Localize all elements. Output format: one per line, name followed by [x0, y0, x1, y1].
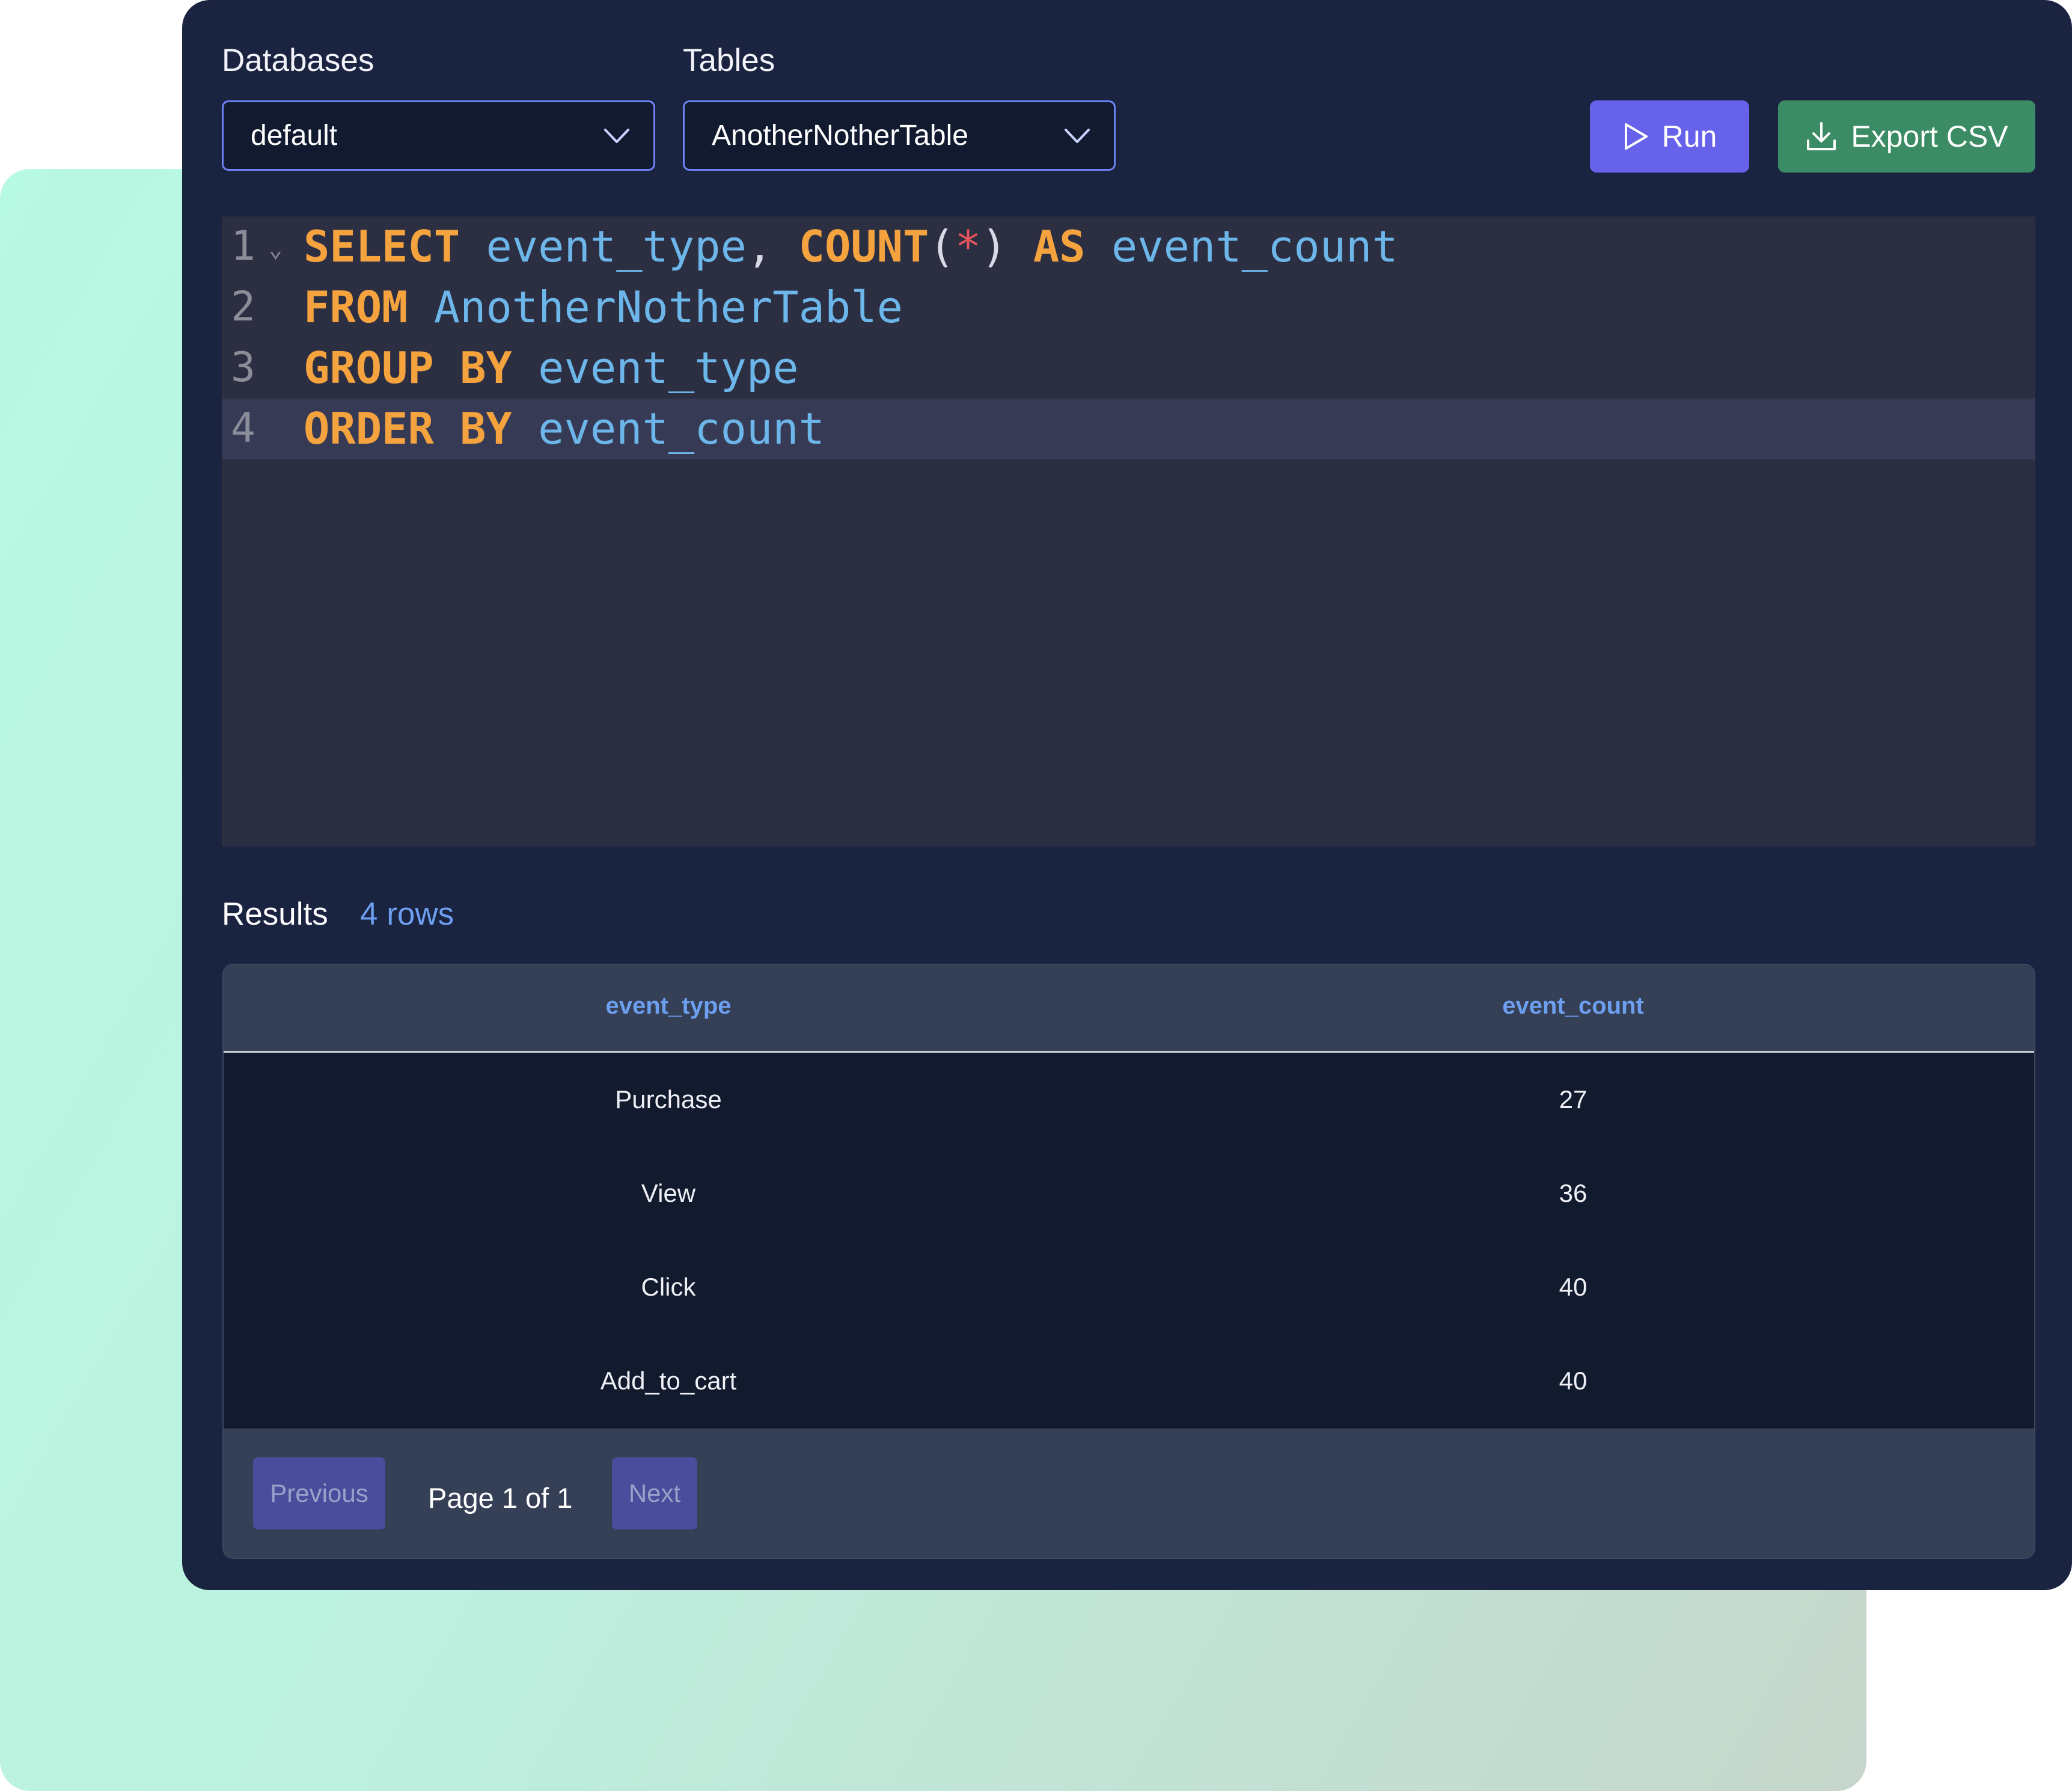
- results-title: Results: [222, 896, 328, 932]
- query-panel: Databases default Tables AnotherNotherTa…: [182, 0, 2072, 1590]
- cell-event-type: Purchase: [615, 1085, 722, 1113]
- tables-selected-value: AnotherNotherTable: [712, 120, 968, 152]
- column-header-event-type[interactable]: event_type: [606, 993, 732, 1020]
- page-info: Page 1 of 1: [428, 1482, 573, 1514]
- sql-identifier: event_count: [538, 403, 825, 454]
- previous-button[interactable]: Previous: [253, 1457, 385, 1529]
- next-button[interactable]: Next: [612, 1457, 697, 1529]
- run-button-label: Run: [1661, 120, 1717, 153]
- export-csv-button[interactable]: Export CSV: [1778, 100, 2035, 173]
- sql-token: *: [955, 221, 982, 272]
- databases-select[interactable]: default: [222, 100, 655, 171]
- table-row: View 36: [224, 1147, 2034, 1240]
- cell-event-count: 27: [1559, 1085, 1588, 1113]
- cell-event-count: 40: [1559, 1273, 1588, 1301]
- play-icon: [1624, 123, 1648, 150]
- sql-keyword: AS: [1033, 221, 1086, 272]
- databases-selected-value: default: [251, 120, 338, 152]
- cell-event-type: Add_to_cart: [600, 1367, 737, 1395]
- column-header-event-count[interactable]: event_count: [1502, 993, 1644, 1020]
- code-line[interactable]: 1 ⌄ SELECT event_type, COUNT(*) AS event_c…: [222, 216, 2035, 277]
- run-button[interactable]: Run: [1590, 100, 1749, 173]
- cell-event-type: Click: [641, 1273, 696, 1301]
- code-text: SELECT event_type, COUNT(*) AS event_cou…: [304, 225, 1398, 268]
- tables-select[interactable]: AnotherNotherTable: [683, 100, 1116, 171]
- sql-token: (: [929, 221, 955, 272]
- results-row-count: 4 rows: [360, 896, 454, 932]
- sql-identifier: AnotherNotherTable: [433, 282, 903, 332]
- sql-keyword: ORDER BY: [304, 403, 512, 454]
- sql-keyword: COUNT: [798, 221, 929, 272]
- cell-event-type: View: [641, 1179, 696, 1207]
- chevron-down-icon: [1065, 129, 1090, 143]
- sql-identifier: event_count: [1111, 221, 1398, 272]
- pagination-bar: Previous Page 1 of 1 Next: [224, 1428, 2034, 1558]
- sql-keyword: GROUP BY: [304, 343, 512, 393]
- sql-token: ): [981, 221, 1033, 272]
- tables-label: Tables: [683, 43, 775, 78]
- table-header: event_type event_count: [224, 965, 2034, 1053]
- cell-event-count: 40: [1559, 1367, 1588, 1395]
- code-line[interactable]: 4 ORDER BY event_count: [222, 399, 2035, 459]
- code-text: ORDER BY event_count: [304, 407, 825, 450]
- sql-editor[interactable]: 1 ⌄ SELECT event_type, COUNT(*) AS event_c…: [222, 216, 2035, 847]
- chevron-down-icon: [604, 129, 629, 143]
- download-icon: [1807, 122, 1836, 150]
- line-number: 3: [231, 344, 255, 391]
- table-row: Purchase 27: [224, 1053, 2034, 1147]
- code-line[interactable]: 3 GROUP BY event_type: [222, 338, 2035, 399]
- sql-identifier: event_type: [486, 221, 747, 272]
- results-table: event_type event_count Purchase 27 View …: [222, 964, 2035, 1559]
- sql-token: ,: [746, 221, 799, 272]
- cell-event-count: 36: [1559, 1179, 1588, 1207]
- line-number: 1: [231, 222, 255, 270]
- line-number: 2: [231, 283, 255, 331]
- fold-chevron-icon[interactable]: ⌄: [269, 236, 283, 262]
- table-row: Click 40: [224, 1240, 2034, 1334]
- sql-keyword: FROM: [304, 282, 408, 332]
- code-text: FROM AnotherNotherTable: [304, 286, 903, 329]
- code-line[interactable]: 2 FROM AnotherNotherTable: [222, 277, 2035, 338]
- table-row: Add_to_cart 40: [224, 1334, 2034, 1428]
- line-number: 4: [231, 405, 255, 452]
- sql-keyword: SELECT: [304, 221, 460, 272]
- code-text: GROUP BY event_type: [304, 346, 799, 390]
- sql-identifier: event_type: [538, 343, 799, 393]
- databases-label: Databases: [222, 43, 374, 78]
- export-csv-label: Export CSV: [1851, 120, 2008, 153]
